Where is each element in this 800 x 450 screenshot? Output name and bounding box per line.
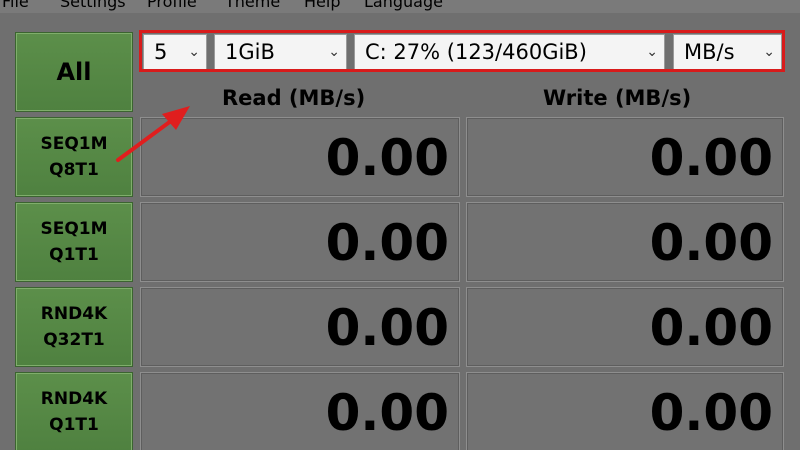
write-result-cell: 0.00: [466, 372, 784, 450]
menu-bar: File Settings Profile Theme Help Languag…: [0, 0, 800, 13]
test-button-rnd4k-q1t1[interactable]: RND4K Q1T1: [15, 372, 133, 450]
menu-theme[interactable]: Theme: [225, 0, 280, 13]
read-result-cell: 0.00: [140, 287, 460, 367]
all-button-label: All: [56, 58, 92, 86]
test-button-line1: SEQ1M: [40, 134, 108, 154]
menu-help[interactable]: Help: [304, 0, 340, 13]
menu-language[interactable]: Language: [364, 0, 443, 13]
test-button-seq1m-q1t1[interactable]: SEQ1M Q1T1: [15, 202, 133, 282]
test-button-line2: Q32T1: [43, 330, 105, 350]
test-button-line2: Q1T1: [49, 415, 99, 435]
test-button-line2: Q8T1: [49, 160, 99, 180]
write-column-header: Write (MB/s): [543, 86, 692, 110]
write-result-cell: 0.00: [466, 287, 784, 367]
test-button-line1: SEQ1M: [40, 219, 108, 239]
menu-file[interactable]: File: [2, 0, 29, 13]
menu-profile[interactable]: Profile: [147, 0, 197, 13]
all-button[interactable]: All: [15, 32, 133, 112]
toolbar-highlight-box: [139, 30, 785, 72]
test-button-rnd4k-q32t1[interactable]: RND4K Q32T1: [15, 287, 133, 367]
write-result-cell: 0.00: [466, 202, 784, 282]
crystaldiskmark-window: File Settings Profile Theme Help Languag…: [0, 0, 800, 450]
test-button-line2: Q1T1: [49, 245, 99, 265]
test-button-line1: RND4K: [40, 389, 108, 409]
read-result-cell: 0.00: [140, 117, 460, 197]
menu-settings[interactable]: Settings: [60, 0, 126, 13]
read-column-header: Read (MB/s): [222, 86, 366, 110]
test-button-line1: RND4K: [40, 304, 108, 324]
read-result-cell: 0.00: [140, 372, 460, 450]
read-result-cell: 0.00: [140, 202, 460, 282]
write-result-cell: 0.00: [466, 117, 784, 197]
test-button-seq1m-q8t1[interactable]: SEQ1M Q8T1: [15, 117, 133, 197]
